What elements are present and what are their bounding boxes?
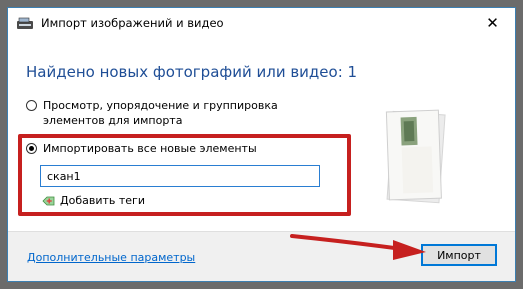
window-title: Импорт изображений и видео [41,16,224,30]
review-label-line2: элементов для импорта [43,114,183,127]
import-all-label: Импортировать все новые элементы [43,142,257,155]
photo-thumbnail [385,109,446,204]
import-button[interactable]: Импорт [421,244,497,266]
name-input[interactable] [40,165,320,187]
scanner-icon [17,17,33,29]
more-options-link[interactable]: Дополнительные параметры [27,251,195,264]
found-items-heading: Найдено новых фотографий или видео: 1 [26,63,358,81]
import-all-radio[interactable] [26,143,37,154]
title-bar: Импорт изображений и видео ✕ [8,8,515,39]
dialog-footer: Дополнительные параметры Импорт [8,231,515,281]
add-tags-link[interactable]: Добавить теги [42,194,145,207]
import-dialog: Импорт изображений и видео ✕ Найдено нов… [7,7,516,282]
review-option[interactable]: Просмотр, упорядочение и группировка эле… [26,98,278,128]
close-button[interactable]: ✕ [470,8,515,38]
import-all-option[interactable]: Импортировать все новые элементы [26,141,257,156]
review-label-line1: Просмотр, упорядочение и группировка [43,99,278,112]
add-tags-label: Добавить теги [60,194,145,207]
tag-plus-icon [42,196,55,205]
close-icon: ✕ [486,14,499,32]
review-radio[interactable] [26,100,37,111]
